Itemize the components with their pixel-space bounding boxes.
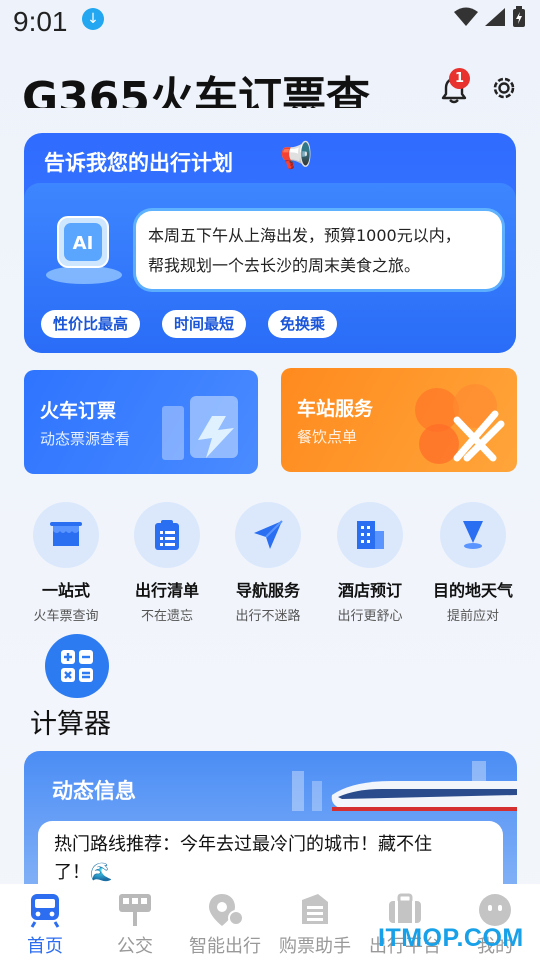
ticket-icon xyxy=(302,894,328,924)
station-card-subtitle: 餐饮点单 xyxy=(297,428,358,446)
download-icon: ↓ xyxy=(82,8,104,30)
prompt-line: 帮我规划一个去长沙的周末美食之旅。 xyxy=(148,256,421,275)
service-name: 酒店预订 xyxy=(337,581,402,600)
gear-icon[interactable] xyxy=(489,73,519,103)
bus-stop-icon xyxy=(119,894,151,926)
news-item-line: 热门路线推荐：今年去过最冷门的城市！藏不住 xyxy=(54,834,432,855)
preference-chips: 性价比最高 时间最短 免换乘 xyxy=(41,310,338,338)
watermark: ITMOP.COM xyxy=(378,924,524,952)
signal-icon xyxy=(485,8,505,26)
nav-bus[interactable]: 公交 xyxy=(90,884,180,960)
megaphone-icon: 📢 xyxy=(280,141,313,171)
service-weather[interactable]: 目的地天气 提前应对 xyxy=(423,502,523,624)
prompt-bubble[interactable]: 本周五下午从上海出发，预算1000元以内， 帮我规划一个去长沙的周末美食之旅。 xyxy=(136,211,502,289)
map-pin-icon xyxy=(209,894,244,926)
train-card-title: 火车订票 xyxy=(40,400,117,422)
chip-best-value[interactable]: 性价比最高 xyxy=(41,310,141,338)
suitcase-icon xyxy=(389,893,421,923)
service-name: 目的地天气 xyxy=(432,581,513,600)
battery-icon xyxy=(513,6,525,27)
plan-inner-panel: AI 本周五下午从上海出发，预算1000元以内， 帮我规划一个去长沙的周末美食之… xyxy=(24,183,516,353)
status-bar: 9:01 ↓ xyxy=(0,0,540,46)
calculator-label: 计算器 xyxy=(30,709,111,740)
building-icon xyxy=(337,502,403,568)
service-sub: 出行更舒心 xyxy=(337,609,403,624)
chip-no-transfer[interactable]: 免换乘 xyxy=(268,310,338,338)
nav-label: 首页 xyxy=(27,936,63,957)
nav-label: 购票助手 xyxy=(279,936,351,957)
notification-badge: 1 xyxy=(449,68,470,89)
service-name: 一站式 xyxy=(41,581,90,600)
status-icons xyxy=(454,6,526,28)
nav-ticket-assistant[interactable]: 购票助手 xyxy=(270,884,360,960)
nav-home[interactable]: 首页 xyxy=(0,884,90,960)
service-sub: 出行不迷路 xyxy=(235,609,301,624)
wifi-icon xyxy=(454,7,478,26)
nav-smart-travel[interactable]: 智能出行 xyxy=(180,884,270,960)
ticket-lightning-icon xyxy=(162,396,238,460)
service-sub: 提前应对 xyxy=(446,609,499,624)
navigation-icon xyxy=(235,502,301,568)
store-icon xyxy=(33,502,99,568)
train-card-subtitle: 动态票源查看 xyxy=(40,430,131,448)
prompt-line: 本周五下午从上海出发，预算1000元以内， xyxy=(148,226,461,245)
high-speed-train-image xyxy=(292,761,517,811)
travel-plan-card[interactable]: 告诉我您的出行计划 📢 AI 本周五下午从上海出发，预算1000元以内， 帮我规… xyxy=(24,133,516,353)
service-checklist[interactable]: 出行清单 不在遗忘 xyxy=(117,502,217,624)
news-title: 动态信息 xyxy=(52,779,136,803)
service-sub: 不在遗忘 xyxy=(140,609,193,624)
news-item-line: 了！🌊 xyxy=(54,862,113,883)
service-one-stop[interactable]: 一站式 火车票查询 xyxy=(16,502,116,624)
ai-robot-icon: AI xyxy=(46,216,122,284)
train-icon xyxy=(30,894,60,928)
station-service-card[interactable]: 车站服务 餐饮点单 xyxy=(281,368,517,472)
calculator-entry[interactable]: 计算器 xyxy=(30,634,130,741)
fork-knife-icon xyxy=(415,384,505,464)
ai-badge-text: AI xyxy=(73,233,94,254)
profile-face-icon xyxy=(479,894,511,926)
nav-label: 智能出行 xyxy=(189,936,261,957)
status-time: 9:01 xyxy=(13,6,68,37)
chip-shortest-time[interactable]: 时间最短 xyxy=(162,310,247,338)
service-hotel[interactable]: 酒店预订 出行更舒心 xyxy=(320,502,420,624)
service-navigation[interactable]: 导航服务 出行不迷路 xyxy=(218,502,318,624)
calculator-icon xyxy=(45,634,109,698)
plan-title: 告诉我您的出行计划 xyxy=(44,151,233,175)
location-pin-icon xyxy=(440,502,506,568)
clipboard-icon xyxy=(134,502,200,568)
page-title: G365火车订票查 xyxy=(22,73,370,108)
nav-label: 公交 xyxy=(117,936,153,957)
train-ticket-card[interactable]: 火车订票 动态票源查看 xyxy=(24,370,258,474)
service-name: 导航服务 xyxy=(235,581,300,600)
station-card-title: 车站服务 xyxy=(297,398,374,420)
service-sub: 火车票查询 xyxy=(33,609,99,624)
service-name: 出行清单 xyxy=(134,581,199,600)
